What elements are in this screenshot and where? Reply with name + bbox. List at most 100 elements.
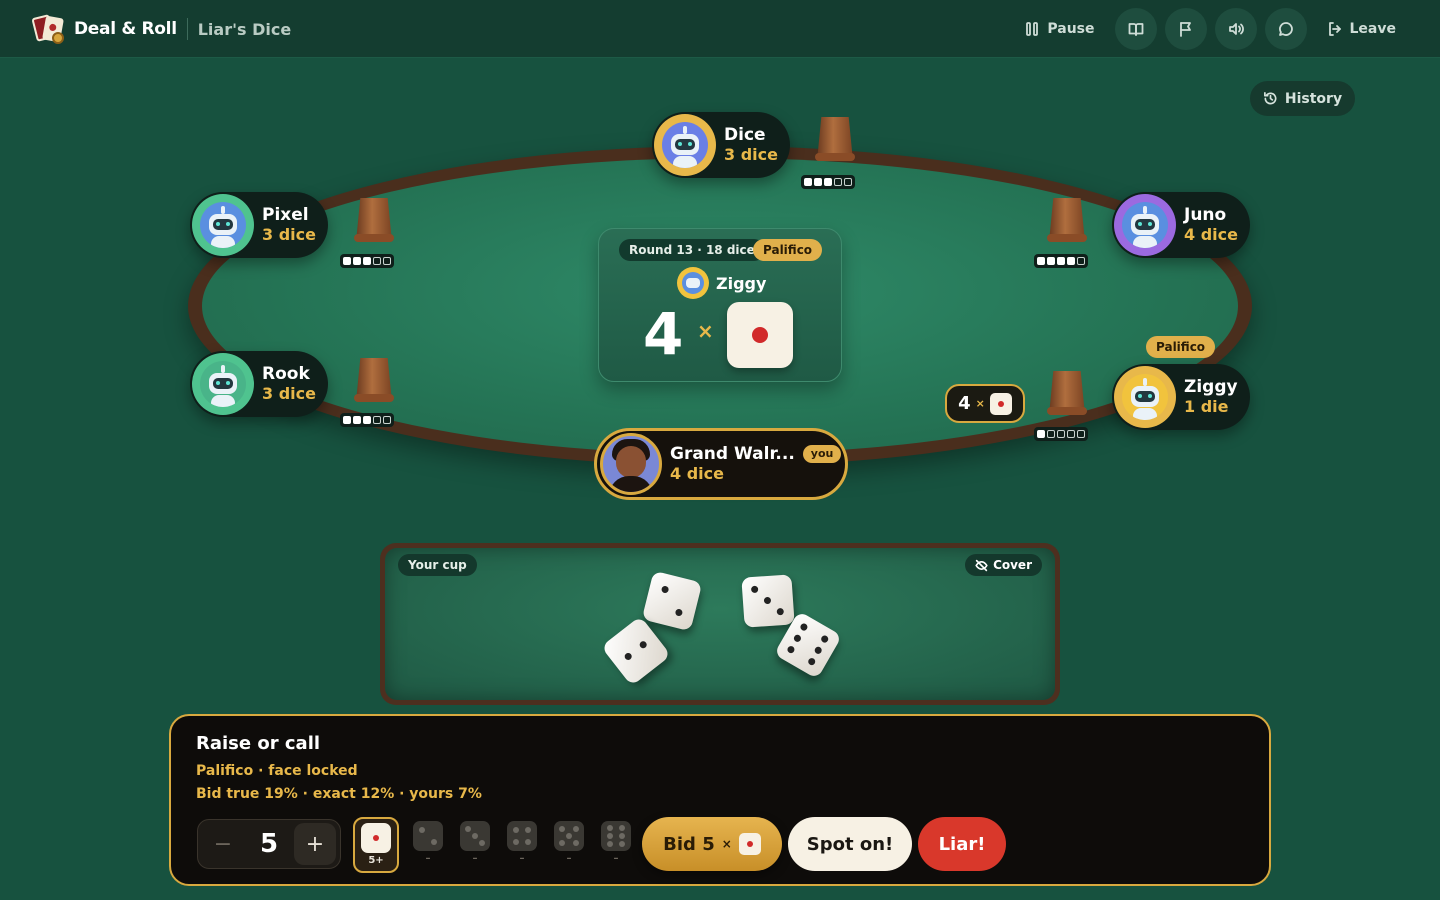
increase-quantity-button[interactable]: + [294,823,336,865]
player-name: Rook [262,364,310,384]
pause-button[interactable]: Pause [1012,10,1106,48]
my-seat[interactable]: Grand Walr... you 4 dice [594,428,848,500]
cover-button[interactable]: Cover [965,554,1042,576]
player-seat-rook[interactable]: Rook 3 dice [190,351,328,417]
eye-off-icon [975,559,988,571]
game-title: Liar's Dice [197,19,292,39]
player-seat-ziggy[interactable]: Ziggy 1 die [1112,364,1250,430]
liar-button[interactable]: Liar! [918,817,1006,871]
my-die[interactable] [600,615,672,687]
brand-divider [186,18,188,40]
dice-remaining-meter [1034,254,1088,268]
avatar [192,353,254,415]
die-lost-pip [844,178,852,186]
die-lost-pip [834,178,842,186]
player-seat-pixel[interactable]: Pixel 3 dice [190,192,328,258]
top-actions: Pause Leave [1012,8,1408,50]
leave-button[interactable]: Leave [1315,10,1408,48]
brand-name: Deal & Roll [74,19,177,39]
face-option-1[interactable]: 5+ [353,817,399,873]
face-selector: 5+ – – – – – [353,817,636,873]
die-lost-pip [373,257,381,265]
die-face-one-icon [727,302,793,368]
rules-button[interactable] [1114,8,1157,50]
die-remaining-pip [804,178,812,186]
spot-on-button[interactable]: Spot on! [788,817,912,871]
pause-icon [1026,22,1039,36]
die-remaining-pip [1037,257,1045,265]
panel-title: Raise or call [196,733,321,754]
dice-cup-icon [354,354,394,406]
brand[interactable]: Deal & Roll Liar's Dice [31,14,292,44]
pause-label: Pause [1047,21,1095,37]
robot-avatar-icon [1122,374,1168,420]
die-remaining-pip [343,416,351,424]
you-badge: you [802,445,842,463]
bid-button[interactable]: Bid 5 × [642,817,782,871]
die-remaining-pip [1057,257,1065,265]
die-remaining-pip [353,257,361,265]
dice-cup-icon [354,194,394,246]
dice-cup-icon [1047,194,1087,246]
robot-avatar-icon [1122,202,1168,248]
sound-button[interactable] [1214,8,1257,50]
die-lost-pip [1057,430,1065,438]
logout-icon [1328,22,1341,36]
player-seat-dice[interactable]: Dice 3 dice [652,112,790,178]
cup-label: Your cup [398,554,477,576]
player-dice-count: 1 die [1184,397,1229,416]
avatar [654,114,716,176]
last-bid-quantity: 4 [958,393,971,414]
die-remaining-pip [1047,257,1055,265]
die-face-three-icon [460,821,490,851]
quantity-value: 5 [259,829,279,859]
die-remaining-pip [363,416,371,424]
player-seat-juno[interactable]: Juno 4 dice [1112,192,1250,258]
face-option-5[interactable]: – [549,817,589,871]
decrease-quantity-button[interactable]: − [202,823,244,865]
robot-avatar-icon [677,267,709,299]
die-remaining-pip [353,416,361,424]
face-option-3[interactable]: – [455,817,495,871]
chat-button[interactable] [1264,8,1307,50]
avatar [600,433,662,495]
robot-avatar-icon [662,122,708,168]
bidder: Ziggy [677,267,766,299]
die-face-two-icon [413,821,443,851]
quantity-stepper: − 5 + [197,819,341,869]
die-remaining-pip [1037,430,1045,438]
action-panel: Raise or call Palifico · face locked Bid… [169,714,1271,886]
report-button[interactable] [1164,8,1207,50]
die-remaining-pip [814,178,822,186]
die-face-five-icon [554,821,584,851]
face-option-6[interactable]: – [596,817,636,871]
dice-remaining-meter [340,254,394,268]
cards-logo-icon [31,14,66,44]
player-dice-count: 3 dice [262,384,316,403]
history-button[interactable]: History [1250,81,1355,116]
die-remaining-pip [1067,257,1075,265]
my-die[interactable] [641,570,703,632]
flag-icon [1179,22,1191,37]
die-lost-pip [383,257,391,265]
die-lost-pip [373,416,381,424]
my-die[interactable] [741,574,795,628]
current-bid-card: Round 13 · 18 dice Palifico Ziggy 4 × [598,228,842,382]
times-sign: × [697,319,714,343]
dice-cup-icon [815,113,855,165]
rules-book-icon [1128,23,1143,36]
die-face-one-icon [738,833,761,855]
die-lost-pip [1077,257,1085,265]
player-name: Juno [1184,205,1227,225]
dice-cup-icon [1047,367,1087,419]
times-sign: × [975,397,985,410]
player-name: Pixel [262,205,309,225]
times-sign: × [721,837,732,851]
die-face-one-icon [989,392,1012,415]
dice-remaining-meter [340,413,394,427]
face-option-4[interactable]: – [502,817,542,871]
cover-label: Cover [993,558,1032,572]
die-face-six-icon [601,821,631,851]
player-dice-count: 3 dice [262,225,316,244]
face-option-2[interactable]: – [408,817,448,871]
